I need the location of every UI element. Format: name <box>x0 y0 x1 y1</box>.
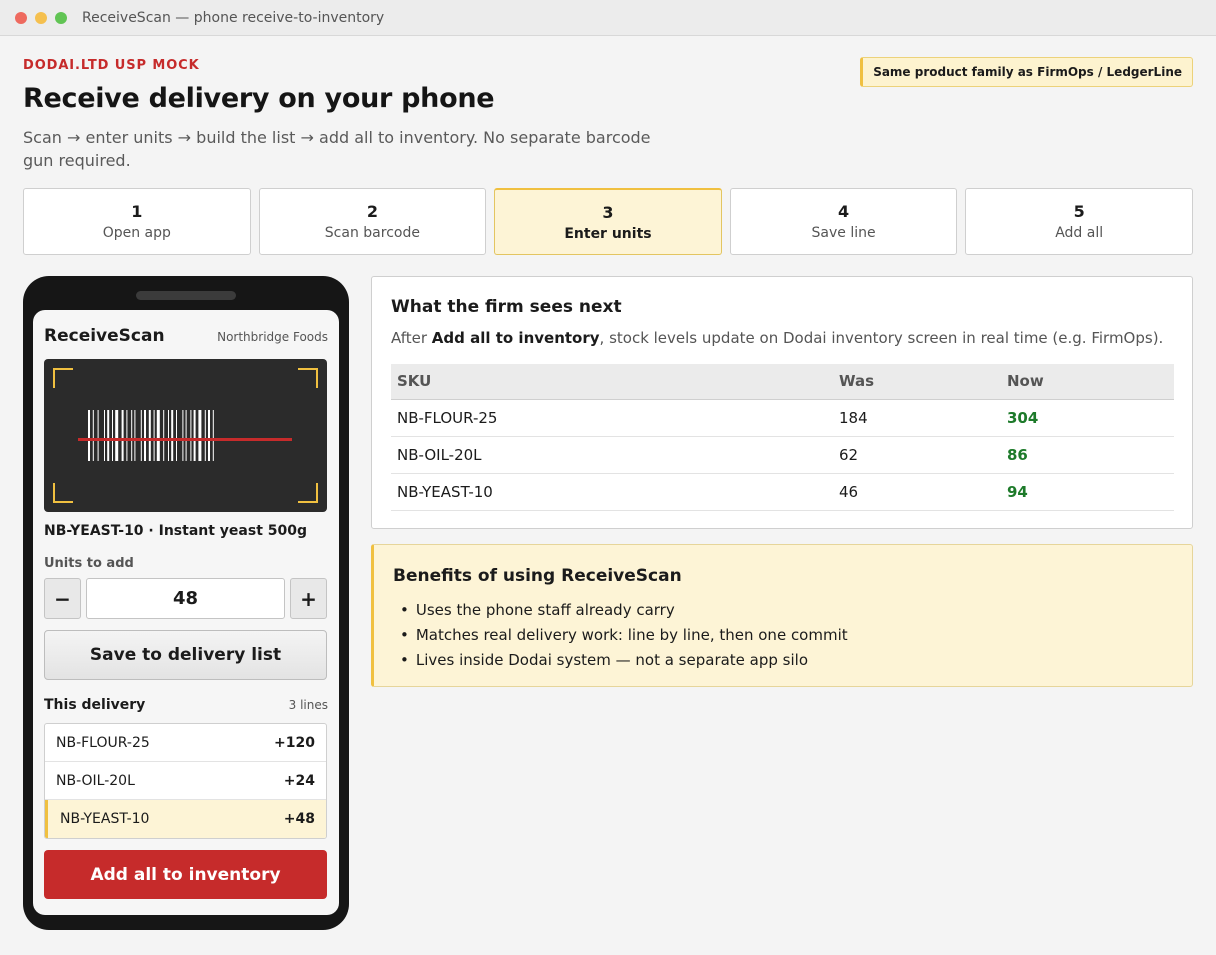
delivery-list: NB-FLOUR-25 +120 NB-OIL-20L +24 NB-YEAST… <box>44 723 327 839</box>
step-enter-units[interactable]: 3 Enter units <box>494 188 722 255</box>
add-all-to-inventory-button[interactable]: Add all to inventory <box>44 850 327 899</box>
cell-sku: NB-FLOUR-25 <box>391 399 833 437</box>
units-stepper: − 48 + <box>44 578 327 619</box>
organization-name: Northbridge Foods <box>217 330 328 344</box>
page-title: Receive delivery on your phone <box>23 83 495 114</box>
desc-bold: Add all to inventory <box>431 329 600 347</box>
cell-sku: NB-YEAST-10 <box>391 473 833 511</box>
phone-screen: ReceiveScan Northbridge Foods NB-YEAST-1… <box>33 310 339 915</box>
delivery-item-sku: NB-FLOUR-25 <box>56 734 150 751</box>
step-add-all[interactable]: 5 Add all <box>965 188 1193 255</box>
cell-sku: NB-OIL-20L <box>391 436 833 474</box>
delivery-list-item-selected[interactable]: NB-YEAST-10 +48 <box>45 800 326 838</box>
step-label: Add all <box>1055 225 1104 241</box>
benefits-panel: Benefits of using ReceiveScan Uses the p… <box>371 544 1193 687</box>
delivery-list-item[interactable]: NB-FLOUR-25 +120 <box>45 724 326 762</box>
close-window-button[interactable] <box>15 11 27 24</box>
benefits-title: Benefits of using ReceiveScan <box>393 566 682 586</box>
app-name: ReceiveScan <box>44 326 165 346</box>
column-header-sku: SKU <box>391 364 833 400</box>
column-header-now: Now <box>1001 364 1174 400</box>
phone-mockup: ReceiveScan Northbridge Foods NB-YEAST-1… <box>23 276 349 930</box>
desc-suffix: , stock levels update on Dodai inventory… <box>599 329 1164 347</box>
save-to-delivery-list-button[interactable]: Save to delivery list <box>44 630 327 680</box>
cell-was: 62 <box>833 436 1001 474</box>
viewfinder-corner <box>298 368 318 388</box>
firm-sees-panel: What the firm sees next After Add all to… <box>371 276 1193 529</box>
delivery-item-sku: NB-YEAST-10 <box>60 811 150 827</box>
barcode-scanner-viewfinder[interactable] <box>44 359 327 512</box>
app-header: ReceiveScan Northbridge Foods <box>44 326 328 346</box>
step-open-app[interactable]: 1 Open app <box>23 188 251 255</box>
scanned-product-label: NB-YEAST-10 · Instant yeast 500g <box>44 523 308 539</box>
viewfinder-corner <box>298 483 318 503</box>
step-number: 4 <box>838 202 850 221</box>
delivery-list-item[interactable]: NB-OIL-20L +24 <box>45 762 326 800</box>
column-header-was: Was <box>833 364 1001 400</box>
panel-description: After Add all to inventory, stock levels… <box>391 329 1163 347</box>
step-label: Scan barcode <box>324 225 420 241</box>
delivery-item-qty: +24 <box>283 772 315 789</box>
table-row: NB-OIL-20L 62 86 <box>391 436 1174 474</box>
minimize-window-button[interactable] <box>35 11 47 24</box>
phone-notch <box>136 291 236 300</box>
decrement-button[interactable]: − <box>44 578 81 619</box>
window-controls <box>15 11 67 24</box>
benefit-item: Uses the phone staff already carry <box>400 598 848 623</box>
cell-now: 86 <box>1001 436 1174 474</box>
delivery-title: This delivery <box>44 697 146 713</box>
zoom-window-button[interactable] <box>55 11 67 24</box>
delivery-line-count: 3 lines <box>288 698 328 712</box>
cell-now: 94 <box>1001 473 1174 511</box>
stock-table: SKU Was Now NB-FLOUR-25 184 304 NB-OIL-2… <box>391 364 1174 511</box>
step-number: 5 <box>1073 202 1085 221</box>
delivery-header: This delivery 3 lines <box>44 697 328 713</box>
units-input[interactable]: 48 <box>86 578 285 619</box>
step-scan-barcode[interactable]: 2 Scan barcode <box>258 188 487 255</box>
page-subtitle: Scan → enter units → build the list → ad… <box>23 128 651 170</box>
cell-now: 304 <box>1001 399 1174 437</box>
cell-was: 184 <box>833 399 1001 437</box>
scan-line <box>78 438 292 441</box>
window-titlebar: ReceiveScan — phone receive-to-inventory <box>0 0 1216 36</box>
step-number: 2 <box>366 202 378 221</box>
benefit-item: Lives inside Dodai system — not a separa… <box>400 648 848 673</box>
step-number: 1 <box>131 202 143 221</box>
cell-was: 46 <box>833 473 1001 511</box>
step-save-line[interactable]: 4 Save line <box>729 188 958 255</box>
table-row: NB-FLOUR-25 184 304 <box>391 399 1174 437</box>
step-label: Open app <box>102 225 171 241</box>
viewfinder-corner <box>53 483 73 503</box>
product-family-badge: Same product family as FirmOps / LedgerL… <box>860 57 1193 87</box>
panel-title: What the firm sees next <box>391 297 622 317</box>
table-row: NB-YEAST-10 46 94 <box>391 473 1174 511</box>
units-to-add-label: Units to add <box>44 556 134 571</box>
table-header-row: SKU Was Now <box>391 364 1174 400</box>
step-number: 3 <box>602 202 614 222</box>
benefits-list: Uses the phone staff already carry Match… <box>400 598 848 673</box>
delivery-item-qty: +120 <box>274 734 315 751</box>
window-title: ReceiveScan — phone receive-to-inventory <box>82 9 385 26</box>
step-label: Enter units <box>564 225 652 242</box>
step-label: Save line <box>811 225 876 241</box>
desc-prefix: After <box>391 329 432 347</box>
barcode-icon <box>88 410 214 461</box>
brand-label: DODAI.LTD USP MOCK <box>23 58 200 73</box>
benefit-item: Matches real delivery work: line by line… <box>400 623 848 648</box>
viewfinder-corner <box>53 368 73 388</box>
delivery-item-qty: +48 <box>283 811 315 827</box>
increment-button[interactable]: + <box>290 578 327 619</box>
delivery-item-sku: NB-OIL-20L <box>56 772 135 789</box>
steps-bar: 1 Open app 2 Scan barcode 3 Enter units … <box>23 188 1193 255</box>
